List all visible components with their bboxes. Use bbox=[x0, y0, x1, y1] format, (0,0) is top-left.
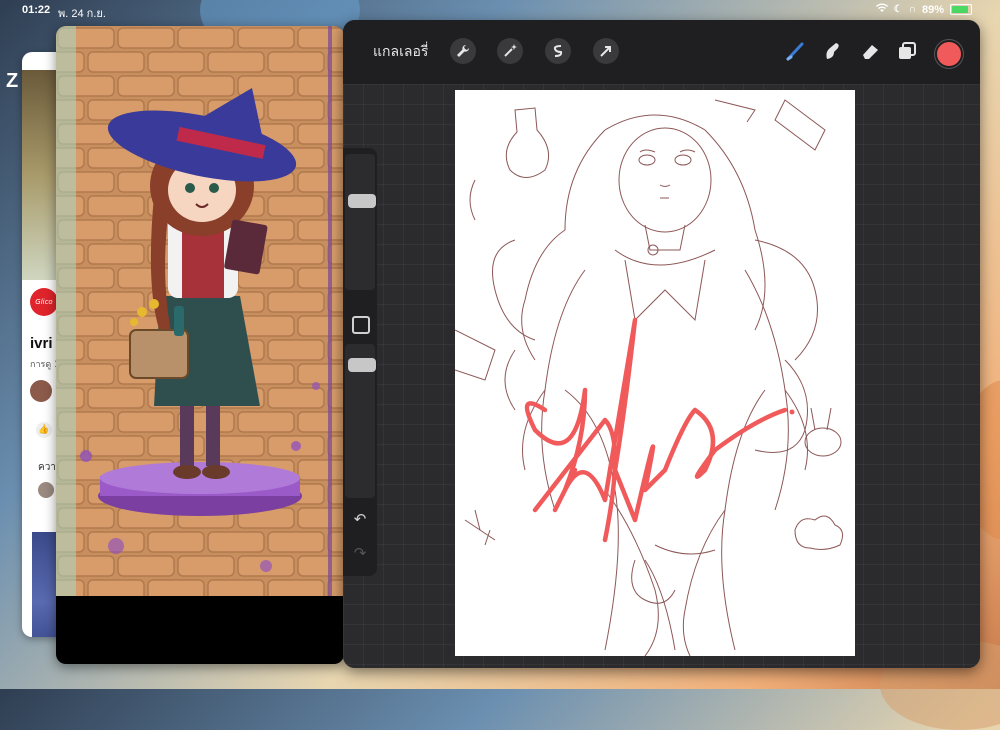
drawing-canvas[interactable] bbox=[455, 90, 855, 656]
back-app-side-text: Z bbox=[6, 70, 19, 92]
gallery-button[interactable]: แกลเลอรี่ bbox=[373, 41, 428, 63]
brush-size-knob[interactable] bbox=[348, 194, 376, 208]
brand-logo: Glico bbox=[30, 288, 58, 316]
like-icon[interactable]: 👍 bbox=[36, 422, 52, 438]
modify-button[interactable] bbox=[352, 316, 370, 334]
witch-illustration bbox=[56, 26, 344, 596]
headphones-icon: ∩ bbox=[908, 4, 916, 15]
status-date: พ. 24 ก.ย. bbox=[58, 8, 106, 20]
eraser-icon[interactable] bbox=[857, 38, 883, 64]
undo-icon[interactable]: ↶ bbox=[351, 510, 369, 528]
layers-icon[interactable] bbox=[894, 38, 920, 64]
color-picker-button[interactable] bbox=[935, 40, 963, 68]
battery-percent: 89% bbox=[921, 3, 944, 16]
post-title: ivri bbox=[30, 335, 53, 352]
arrow-cursor-icon[interactable] bbox=[593, 38, 619, 64]
battery-icon bbox=[950, 4, 972, 15]
sketch-drawing bbox=[455, 99, 844, 656]
magic-wand-icon[interactable] bbox=[497, 38, 523, 64]
smudge-finger-icon[interactable] bbox=[820, 38, 846, 64]
brush-size-slider[interactable] bbox=[345, 154, 376, 290]
wrench-icon[interactable] bbox=[450, 38, 476, 64]
redo-icon[interactable]: ↷ bbox=[351, 544, 369, 562]
opacity-slider[interactable] bbox=[345, 344, 376, 498]
status-indicators: ☾ ∩ 89% bbox=[875, 3, 972, 16]
brush-icon[interactable] bbox=[783, 38, 809, 64]
procreate-window[interactable]: แกลเลอรี่ ↶ ↷ bbox=[343, 20, 980, 668]
brush-sidebar: ↶ ↷ bbox=[343, 148, 377, 576]
selection-s-icon[interactable] bbox=[545, 38, 571, 64]
opacity-knob[interactable] bbox=[348, 358, 376, 372]
illustration-app-window[interactable] bbox=[56, 26, 344, 664]
comment-label: ควา bbox=[38, 462, 56, 473]
status-time: 01:22 bbox=[22, 4, 51, 16]
moon-icon: ☾ bbox=[893, 4, 903, 15]
avatar bbox=[38, 482, 54, 498]
top-toolbar: แกลเลอรี่ bbox=[343, 20, 980, 84]
avatar bbox=[30, 380, 52, 402]
wifi-icon bbox=[875, 3, 888, 16]
status-bar: 01:22 พ. 24 ก.ย. ☾ ∩ 89% bbox=[0, 0, 1000, 20]
